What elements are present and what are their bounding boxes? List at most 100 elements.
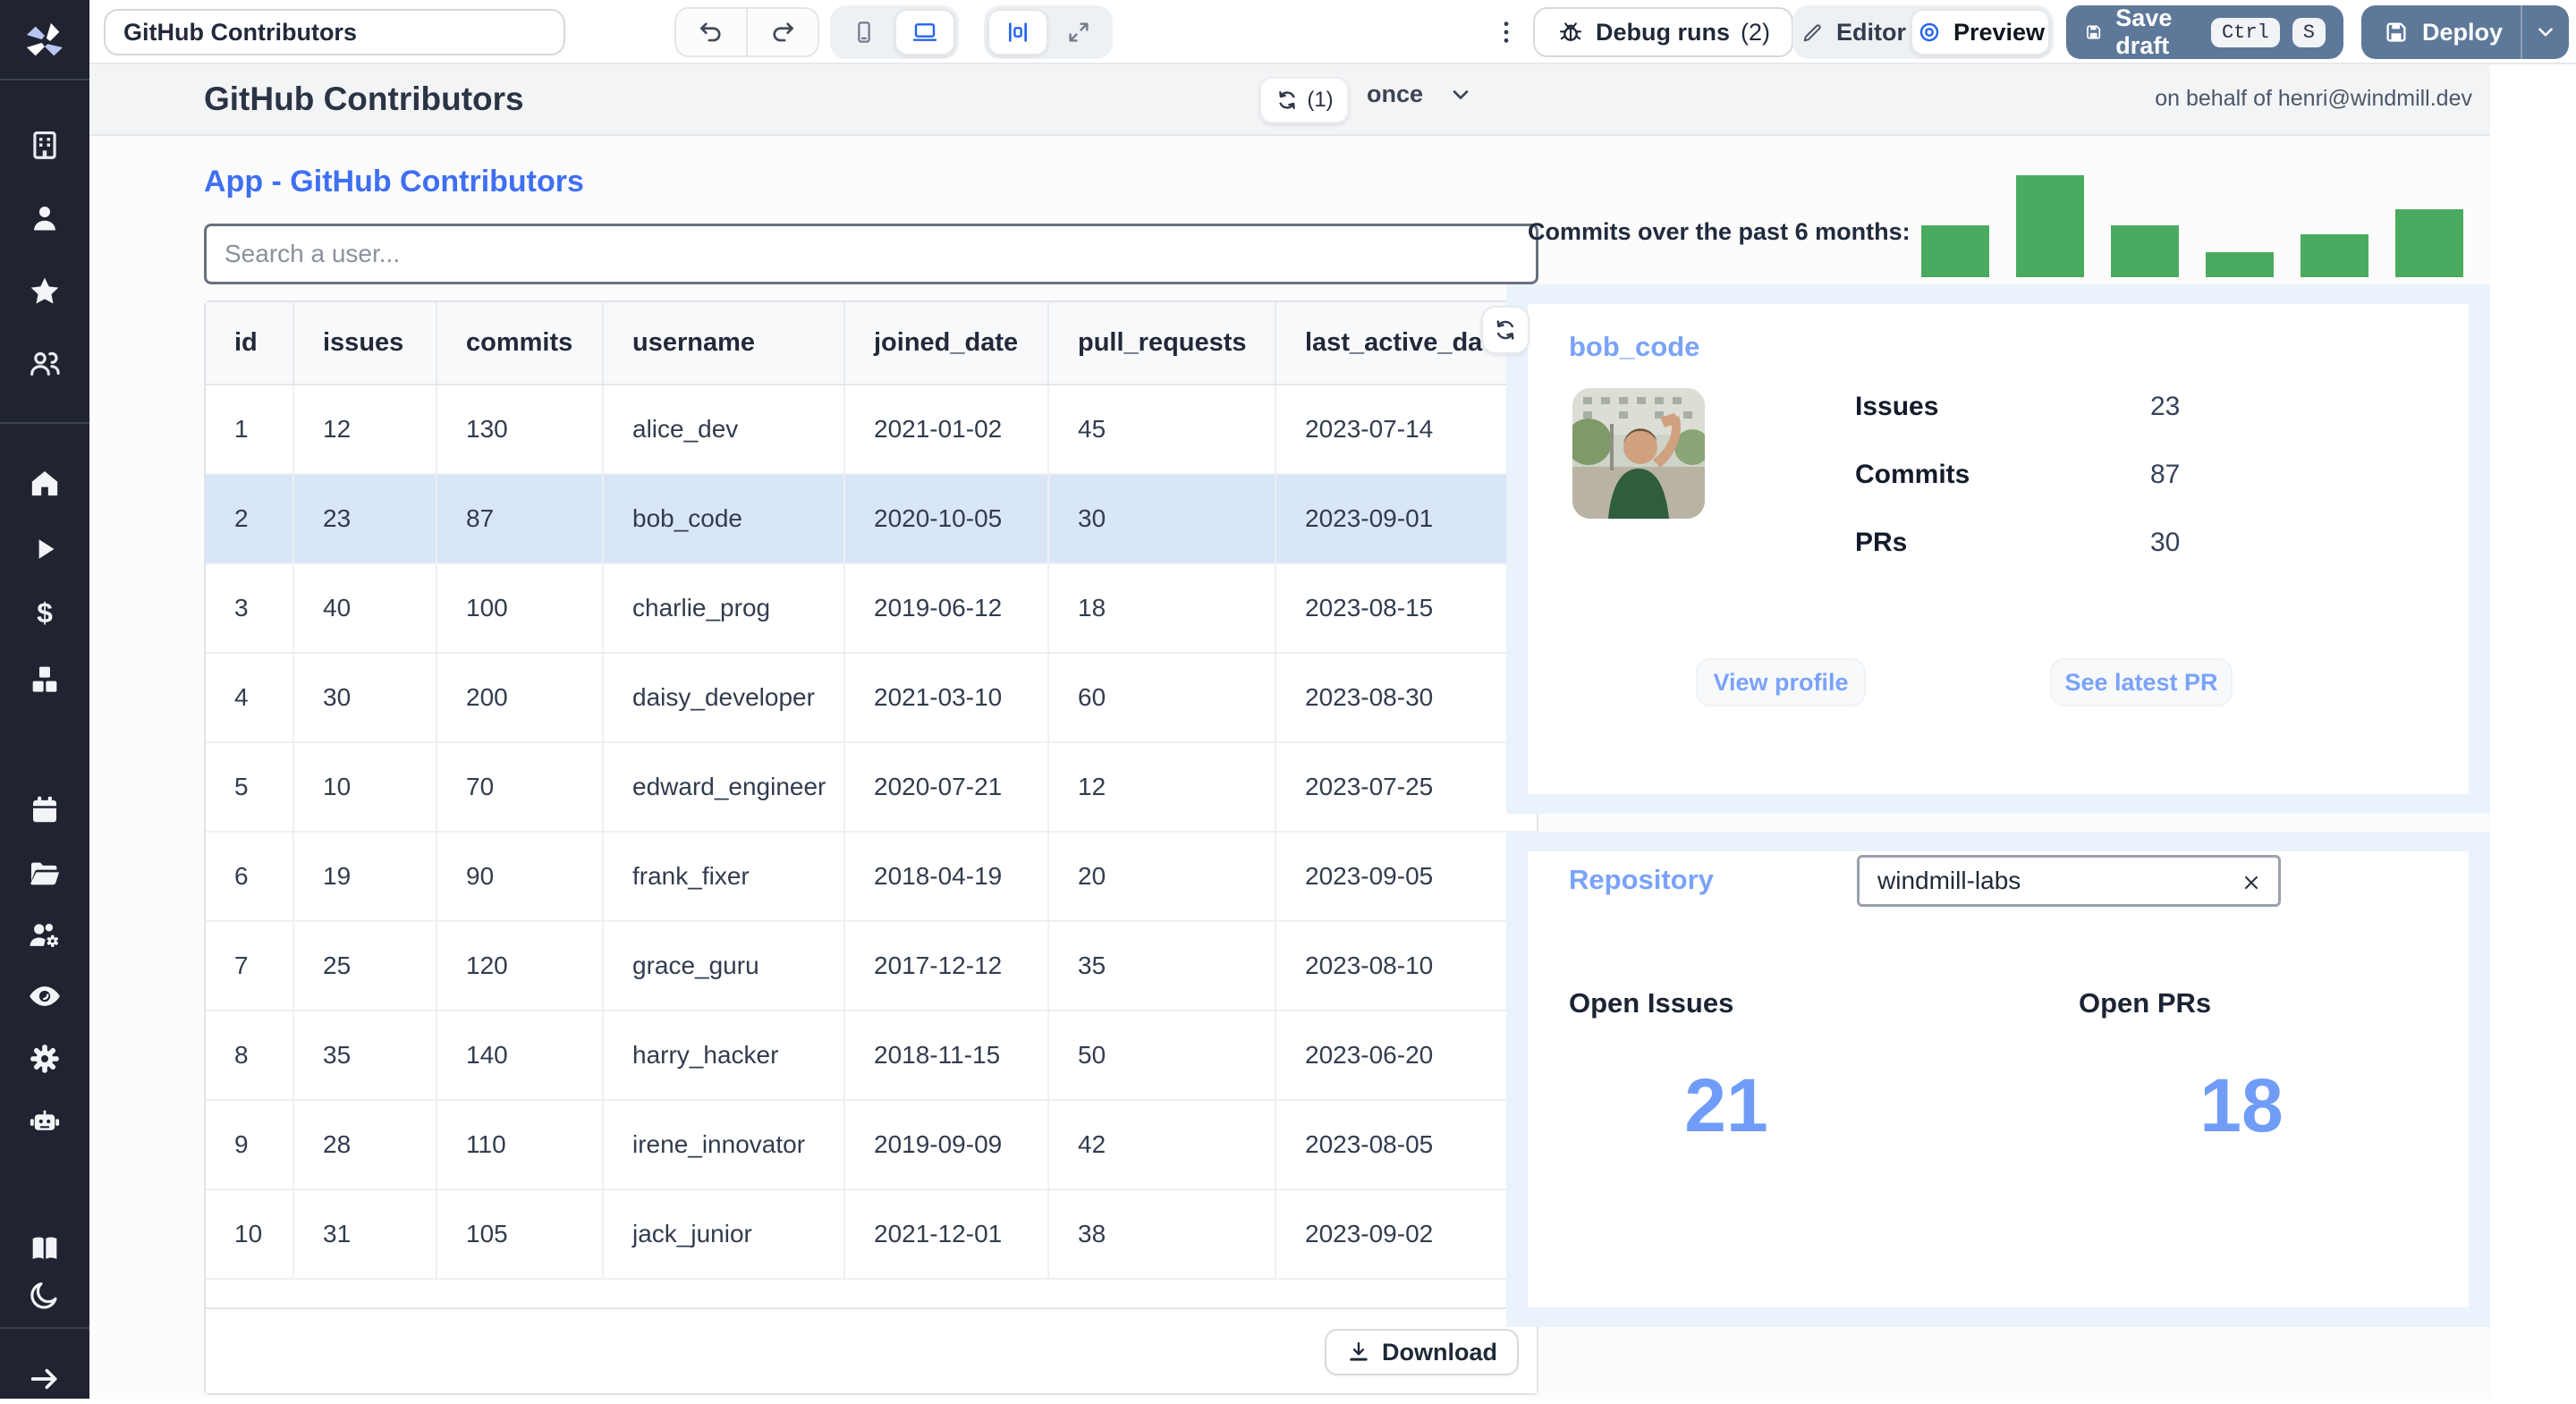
table-cell: grace_guru bbox=[603, 921, 845, 1011]
debug-runs-button[interactable]: Debug runs (2) bbox=[1533, 7, 1794, 57]
table-cell: 140 bbox=[436, 1011, 604, 1101]
table-row[interactable]: 8 35 140 harry_hacker 2018-11-15 50 2023-06-20 bbox=[206, 1011, 1537, 1101]
full-width-button[interactable] bbox=[1048, 9, 1109, 55]
table-header: id issues commits username joined_date pull_r… bbox=[206, 302, 1537, 385]
deploy-button-group: Deploy bbox=[2361, 5, 2569, 59]
stat-row: Issues 23 bbox=[1855, 392, 2356, 427]
column-header-issues[interactable]: issues bbox=[293, 302, 437, 385]
app-header-title: GitHub Contributors bbox=[204, 80, 524, 117]
table-cell: 42 bbox=[1048, 1100, 1276, 1190]
table-row[interactable]: 9 28 110 irene_innovator 2019-09-09 42 2023-08… bbox=[206, 1100, 1537, 1190]
user-icon bbox=[34, 207, 55, 231]
table-cell: 2023-08-15 bbox=[1275, 563, 1537, 654]
sidebar-item-runs[interactable] bbox=[0, 524, 89, 574]
deploy-dropdown-button[interactable] bbox=[2522, 5, 2569, 59]
download-label: Download bbox=[1382, 1338, 1497, 1366]
sidebar-item-workers[interactable] bbox=[0, 910, 89, 960]
sidebar-item-dark-mode[interactable] bbox=[0, 1270, 89, 1320]
table-row[interactable]: 3 40 100 charlie_prog 2019-06-12 18 2023-08-15 bbox=[206, 563, 1537, 654]
sidebar-expand-button[interactable] bbox=[0, 1354, 89, 1404]
center-content-button[interactable] bbox=[987, 9, 1048, 55]
table-cell: 2023-08-05 bbox=[1275, 1100, 1537, 1190]
sidebar-item-home[interactable] bbox=[0, 458, 89, 508]
search-input[interactable] bbox=[204, 224, 1538, 284]
commits-bar-chart bbox=[1921, 175, 2463, 277]
app-title-input[interactable] bbox=[104, 9, 565, 55]
open-prs-value: 18 bbox=[2199, 1063, 2284, 1147]
column-header-commits[interactable]: commits bbox=[436, 302, 604, 385]
table-row[interactable]: 1 12 130 alice_dev 2021-01-02 45 2023-07-14 bbox=[206, 385, 1537, 475]
pencil-icon bbox=[1803, 24, 1821, 42]
sidebar-item-ai[interactable] bbox=[0, 1096, 89, 1146]
table-cell: frank_fixer bbox=[603, 832, 845, 922]
table-cell: 40 bbox=[293, 563, 437, 654]
contributors-table: id issues commits username joined_date pull_r… bbox=[204, 300, 1538, 1395]
sidebar-item-groups[interactable] bbox=[0, 338, 89, 388]
repository-input[interactable] bbox=[1860, 858, 2226, 904]
see-latest-pr-button[interactable]: See latest PR bbox=[2050, 658, 2233, 706]
repository-heading: Repository bbox=[1569, 864, 1714, 895]
cubes-icon bbox=[32, 666, 57, 692]
table-refresh-button[interactable] bbox=[1481, 306, 1530, 354]
repository-input-wrap bbox=[1857, 855, 2281, 907]
app-refresh-button[interactable]: (1) bbox=[1259, 77, 1349, 123]
table-cell: 10 bbox=[206, 1189, 294, 1280]
sidebar-item-folders[interactable] bbox=[0, 848, 89, 898]
view-profile-button[interactable]: View profile bbox=[1696, 658, 1866, 706]
bug-icon bbox=[1560, 22, 1581, 41]
table-row[interactable]: 2 23 87 bob_code 2020-10-05 30 2023-09-01 bbox=[206, 474, 1537, 564]
sidebar-item-settings[interactable] bbox=[0, 1034, 89, 1084]
sidebar-item-favorites[interactable] bbox=[0, 266, 89, 317]
windmill-logo[interactable] bbox=[0, 13, 89, 70]
table-row[interactable]: 6 19 90 frank_fixer 2018-04-19 20 2023-09-05 bbox=[206, 832, 1537, 922]
save-icon bbox=[2386, 22, 2406, 42]
editor-tab[interactable]: Editor bbox=[1796, 9, 1911, 55]
clear-input-button[interactable] bbox=[2235, 867, 2267, 899]
table-cell: 7 bbox=[206, 921, 294, 1011]
table-row[interactable]: 4 30 200 daisy_developer 2021-03-10 60 2023-08… bbox=[206, 653, 1537, 743]
desktop-view-button[interactable] bbox=[894, 9, 955, 55]
redo-button[interactable] bbox=[748, 9, 818, 55]
deploy-button[interactable]: Deploy bbox=[2361, 5, 2521, 59]
table-cell: jack_junior bbox=[603, 1189, 845, 1280]
column-header-joined_date[interactable]: joined_date bbox=[844, 302, 1049, 385]
desktop-icon bbox=[912, 23, 937, 41]
table-cell: 2020-07-21 bbox=[844, 742, 1049, 833]
schedule-dropdown[interactable]: once bbox=[1367, 80, 1473, 108]
chart-title: Commits over the past 6 months: bbox=[1528, 218, 1911, 245]
more-options-button[interactable] bbox=[1488, 13, 1524, 52]
table-row[interactable]: 5 10 70 edward_engineer 2020-07-21 12 2023-07-… bbox=[206, 742, 1537, 833]
sidebar-item-workspace[interactable] bbox=[0, 120, 89, 170]
table-cell: 18 bbox=[1048, 563, 1276, 654]
column-header-id[interactable]: id bbox=[206, 302, 294, 385]
table-cell: 35 bbox=[1048, 921, 1276, 1011]
table-row[interactable]: 7 25 120 grace_guru 2017-12-12 35 2023-08-10 bbox=[206, 921, 1537, 1011]
sidebar-item-docs[interactable] bbox=[0, 1223, 89, 1273]
preview-tab[interactable]: Preview bbox=[1911, 9, 2050, 55]
download-button[interactable]: Download bbox=[1325, 1329, 1519, 1375]
table-cell: 60 bbox=[1048, 653, 1276, 743]
stat-value: 23 bbox=[2150, 392, 2181, 421]
table-cell: 12 bbox=[1048, 742, 1276, 833]
table-cell: 2023-06-20 bbox=[1275, 1011, 1537, 1101]
sidebar-item-variables[interactable]: $ bbox=[0, 588, 89, 639]
table-cell: 6 bbox=[206, 832, 294, 922]
sidebar-item-user[interactable] bbox=[0, 193, 89, 243]
save-draft-button[interactable]: Save draft Ctrl S bbox=[2066, 4, 2343, 59]
app-canvas: App - GitHub Contributors idissuescommit… bbox=[89, 136, 2490, 1399]
mobile-view-button[interactable] bbox=[834, 9, 894, 55]
chart-bar bbox=[2016, 175, 2084, 277]
deploy-label: Deploy bbox=[2422, 18, 2504, 46]
column-header-username[interactable]: username bbox=[603, 302, 845, 385]
sidebar-item-schedules[interactable] bbox=[0, 785, 89, 835]
table-row[interactable]: 10 31 105 jack_junior 2021-12-01 38 2023-09-02 bbox=[206, 1189, 1537, 1280]
table-footer: Download bbox=[206, 1311, 1537, 1393]
table-cell: 2023-09-02 bbox=[1275, 1189, 1537, 1280]
sidebar-item-audit-logs[interactable] bbox=[0, 971, 89, 1021]
undo-button[interactable] bbox=[676, 9, 746, 55]
sidebar-item-resources[interactable] bbox=[0, 655, 89, 705]
windmill-app-editor: $ GitHub Contributors Debug runs (2) Edi… bbox=[0, 0, 2576, 1399]
table-cell: 5 bbox=[206, 742, 294, 833]
folder-icon bbox=[30, 862, 59, 885]
column-header-pull_requests[interactable]: pull_requests bbox=[1048, 302, 1276, 385]
